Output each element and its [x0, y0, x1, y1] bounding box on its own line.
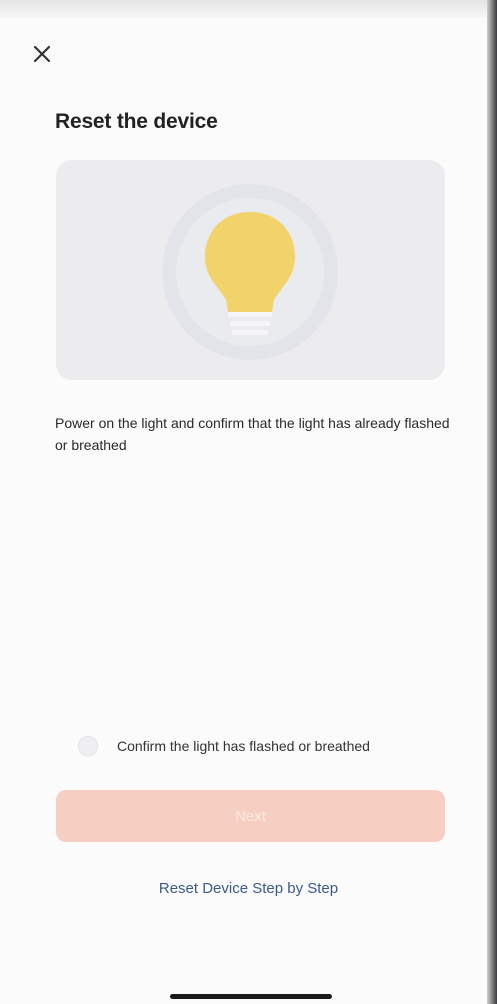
confirm-label: Confirm the light has flashed or breathe…	[117, 738, 370, 754]
light-bulb-icon	[162, 184, 338, 360]
close-button[interactable]	[30, 42, 54, 66]
frame-edge-right	[487, 0, 497, 1004]
page-title: Reset the device	[55, 110, 218, 133]
next-button[interactable]: Next	[56, 790, 445, 842]
close-icon	[33, 45, 51, 63]
illustration-card	[56, 160, 445, 380]
confirm-checkbox-row[interactable]: Confirm the light has flashed or breathe…	[78, 736, 370, 756]
home-indicator	[170, 994, 332, 999]
reset-step-by-step-link[interactable]: Reset Device Step by Step	[0, 880, 497, 897]
confirm-checkbox[interactable]	[78, 736, 98, 756]
instruction-text: Power on the light and confirm that the …	[55, 415, 450, 453]
frame-edge-top	[0, 0, 497, 18]
reset-device-screen: Reset the device Power on the light and …	[0, 0, 487, 1004]
